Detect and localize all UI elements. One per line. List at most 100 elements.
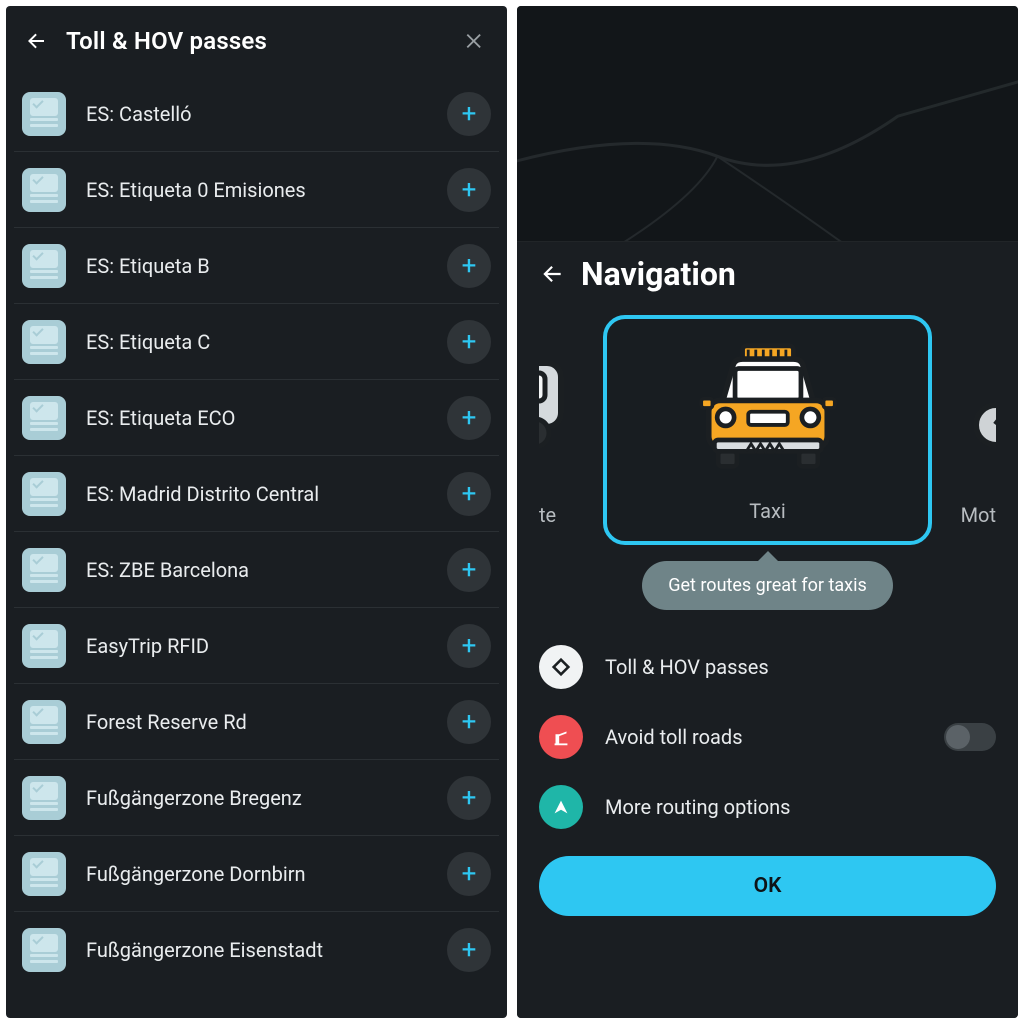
plus-icon: + <box>462 481 477 507</box>
pass-row[interactable]: Fußgängerzone Eisenstadt + <box>14 912 499 988</box>
add-pass-button[interactable]: + <box>447 92 491 136</box>
add-pass-button[interactable]: + <box>447 776 491 820</box>
option-avoid-toll-label: Avoid toll roads <box>605 725 944 749</box>
option-avoid-toll[interactable]: Avoid toll roads <box>539 702 996 772</box>
pass-row[interactable]: EasyTrip RFID + <box>14 608 499 684</box>
close-button[interactable] <box>461 30 489 52</box>
motorcycle-icon <box>960 315 996 465</box>
plus-icon: + <box>462 405 477 431</box>
pass-row[interactable]: Fußgängerzone Dornbirn + <box>14 836 499 912</box>
pass-label: Fußgängerzone Eisenstadt <box>86 938 447 962</box>
pass-label: Fußgängerzone Dornbirn <box>86 862 447 886</box>
add-pass-button[interactable]: + <box>447 396 491 440</box>
pass-label: EasyTrip RFID <box>86 634 447 658</box>
nav-title: Navigation <box>581 255 736 293</box>
pass-doc-icon <box>22 320 66 364</box>
pass-doc-icon <box>22 624 66 668</box>
add-pass-button[interactable]: + <box>447 244 491 288</box>
plus-icon: + <box>462 861 477 887</box>
plus-icon: + <box>462 253 477 279</box>
add-pass-button[interactable]: + <box>447 624 491 668</box>
add-pass-button[interactable]: + <box>447 168 491 212</box>
toll-header: Toll & HOV passes <box>6 6 507 76</box>
pass-row[interactable]: ES: Etiqueta C + <box>14 304 499 380</box>
arrow-left-icon <box>24 29 48 53</box>
arrow-left-icon <box>539 261 565 287</box>
ok-button-label: OK <box>754 874 782 898</box>
pass-label: Fußgängerzone Bregenz <box>86 786 447 810</box>
pass-label: ES: ZBE Barcelona <box>86 558 447 582</box>
screen-title: Toll & HOV passes <box>66 27 461 55</box>
diamond-icon <box>539 645 583 689</box>
taxi-icon <box>688 338 848 478</box>
pass-doc-icon <box>22 776 66 820</box>
pass-row[interactable]: ES: Etiqueta 0 Emisiones + <box>14 152 499 228</box>
vehicle-selector[interactable]: te <box>539 315 996 545</box>
plus-icon: + <box>462 177 477 203</box>
pass-label: ES: Etiqueta ECO <box>86 406 447 430</box>
vehicle-label-motorcycle: Mot <box>961 503 996 527</box>
pass-row[interactable]: ES: ZBE Barcelona + <box>14 532 499 608</box>
pass-row[interactable]: ES: Etiqueta B + <box>14 228 499 304</box>
plus-icon: + <box>462 937 477 963</box>
map-background <box>517 6 1018 241</box>
pass-label: ES: Etiqueta C <box>86 330 447 354</box>
map-lines-icon <box>517 6 1018 241</box>
plus-icon: + <box>462 557 477 583</box>
nav-back-button[interactable] <box>539 261 569 287</box>
vehicle-label-taxi: Taxi <box>749 499 786 523</box>
pass-row[interactable]: ES: Castelló + <box>14 76 499 152</box>
pass-doc-icon <box>22 700 66 744</box>
toll-passes-screen: Toll & HOV passes ES: Castelló+ES: Etiqu… <box>6 6 507 1018</box>
pass-row[interactable]: Fußgängerzone Bregenz + <box>14 760 499 836</box>
car-icon <box>539 315 575 465</box>
back-button[interactable] <box>24 29 52 53</box>
pass-list[interactable]: ES: Castelló+ES: Etiqueta 0 Emisiones+ES… <box>6 76 507 1018</box>
add-pass-button[interactable]: + <box>447 852 491 896</box>
pass-doc-icon <box>22 244 66 288</box>
plus-icon: + <box>462 709 477 735</box>
close-icon <box>464 30 486 52</box>
pass-label: ES: Etiqueta B <box>86 254 447 278</box>
pass-row[interactable]: Forest Reserve Rd + <box>14 684 499 760</box>
pass-label: Forest Reserve Rd <box>86 710 447 734</box>
plus-icon: + <box>462 101 477 127</box>
add-pass-button[interactable]: + <box>447 548 491 592</box>
pass-label: ES: Etiqueta 0 Emisiones <box>86 178 447 202</box>
pass-row[interactable]: ES: Madrid Distrito Central + <box>14 456 499 532</box>
vehicle-card-taxi[interactable]: Taxi <box>603 315 932 545</box>
ok-button[interactable]: OK <box>539 856 996 916</box>
option-more-label: More routing options <box>605 795 996 819</box>
vehicle-tooltip-wrap: Get routes great for taxis <box>539 561 996 610</box>
navigation-sheet: Navigation te <box>517 241 1018 1018</box>
add-pass-button[interactable]: + <box>447 320 491 364</box>
pass-label: ES: Castelló <box>86 102 447 126</box>
pass-doc-icon <box>22 168 66 212</box>
pass-doc-icon <box>22 472 66 516</box>
avoid-toll-toggle[interactable] <box>944 723 996 751</box>
add-pass-button[interactable]: + <box>447 472 491 516</box>
vehicle-label-private: te <box>539 503 556 527</box>
vehicle-tooltip: Get routes great for taxis <box>642 561 893 610</box>
pass-row[interactable]: ES: Etiqueta ECO + <box>14 380 499 456</box>
pass-label: ES: Madrid Distrito Central <box>86 482 447 506</box>
navigation-screen: Navigation te <box>517 6 1018 1018</box>
option-toll-passes[interactable]: Toll & HOV passes <box>539 632 996 702</box>
vehicle-card-motorcycle[interactable]: Mot <box>960 315 996 545</box>
pass-doc-icon <box>22 548 66 592</box>
pass-doc-icon <box>22 928 66 972</box>
option-more-routing[interactable]: More routing options <box>539 772 996 842</box>
pass-doc-icon <box>22 396 66 440</box>
add-pass-button[interactable]: + <box>447 928 491 972</box>
vehicle-card-private[interactable]: te <box>539 315 575 545</box>
toll-booth-icon <box>539 715 583 759</box>
option-toll-label: Toll & HOV passes <box>605 655 996 679</box>
plus-icon: + <box>462 633 477 659</box>
plus-icon: + <box>462 329 477 355</box>
nav-header: Navigation <box>539 255 996 293</box>
plus-icon: + <box>462 785 477 811</box>
pass-doc-icon <box>22 92 66 136</box>
route-options-icon <box>539 785 583 829</box>
pass-doc-icon <box>22 852 66 896</box>
add-pass-button[interactable]: + <box>447 700 491 744</box>
